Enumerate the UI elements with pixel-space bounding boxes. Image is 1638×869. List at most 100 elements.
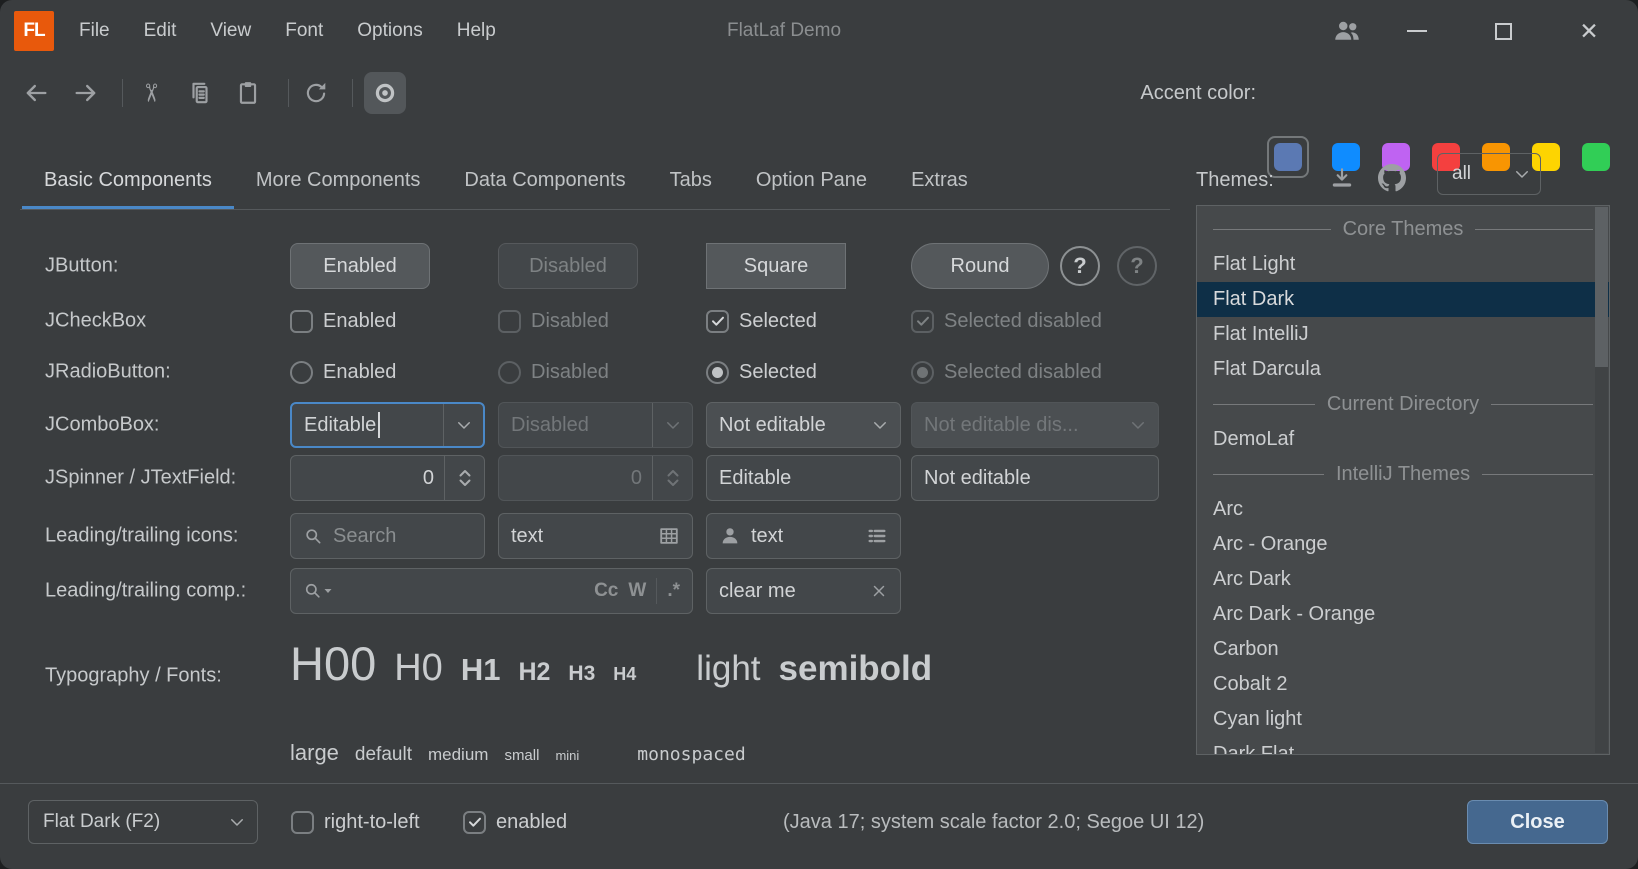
maximize-icon [1495, 23, 1512, 40]
chevron-down-icon[interactable] [860, 403, 900, 447]
theme-item-cobalt-2[interactable]: Cobalt 2 [1197, 667, 1609, 702]
app-logo: FL [14, 11, 54, 51]
menu-help[interactable]: Help [440, 20, 513, 42]
tab-option-pane[interactable]: Option Pane [734, 150, 889, 210]
text-field-table[interactable]: text [498, 513, 693, 559]
tab-more-components[interactable]: More Components [234, 150, 443, 210]
minimize-button[interactable] [1391, 0, 1443, 62]
combobox-not-editable[interactable]: Not editable [706, 402, 901, 448]
chevron-down-icon[interactable] [443, 404, 483, 446]
theme-item-flat-light[interactable]: Flat Light [1197, 247, 1609, 282]
round-button[interactable]: Round [911, 243, 1049, 289]
theme-item-flat-intellij[interactable]: Flat IntelliJ [1197, 317, 1609, 352]
theme-item-flat-darcula[interactable]: Flat Darcula [1197, 352, 1609, 387]
separator-label: Core Themes [1343, 218, 1464, 241]
radio-selected-icon [706, 361, 729, 384]
jcombobox-label: JComboBox: [45, 414, 160, 437]
paste-button[interactable] [230, 75, 266, 111]
theme-item-flat-dark-selected[interactable]: Flat Dark [1197, 282, 1609, 317]
theme-item-arc-orange[interactable]: Arc - Orange [1197, 527, 1609, 562]
combobox-editable[interactable]: Editable [290, 402, 485, 448]
menu-font[interactable]: Font [268, 20, 340, 42]
field-separator [656, 578, 657, 604]
theme-item-arc-dark[interactable]: Arc Dark [1197, 562, 1609, 597]
checkbox-unchecked-icon [498, 310, 521, 333]
h4-sample: H4 [613, 664, 636, 685]
theme-item-carbon[interactable]: Carbon [1197, 632, 1609, 667]
tab-data-components[interactable]: Data Components [442, 150, 647, 210]
theme-item-cyan-light[interactable]: Cyan light [1197, 702, 1609, 737]
rtl-checkbox[interactable]: right-to-left [291, 800, 420, 844]
theme-item-arc[interactable]: Arc [1197, 492, 1609, 527]
clear-me-field[interactable]: clear me [706, 568, 901, 614]
textfield-editable[interactable]: Editable [706, 455, 901, 501]
scrollbar-thumb[interactable] [1595, 207, 1608, 367]
tab-basic-components[interactable]: Basic Components [22, 150, 234, 210]
theme-item-dark-flat[interactable]: Dark Flat [1197, 737, 1609, 755]
github-button[interactable] [1376, 162, 1408, 194]
checkbox-selected[interactable]: Selected [706, 300, 817, 342]
spinner-arrows-icon[interactable] [444, 456, 484, 500]
regex-button[interactable]: .* [667, 580, 680, 602]
maximize-button[interactable] [1477, 0, 1529, 62]
radio-enabled[interactable]: Enabled [290, 351, 396, 393]
checkbox-selected-disabled: Selected disabled [911, 300, 1102, 342]
menu-view[interactable]: View [193, 20, 268, 42]
tab-extras[interactable]: Extras [889, 150, 990, 210]
users-button[interactable] [1321, 0, 1373, 62]
toolbar: ✂ Accent [0, 62, 1638, 124]
square-button[interactable]: Square [706, 243, 846, 289]
search-field-with-options[interactable]: Cc W .* [290, 568, 693, 614]
copy-button[interactable] [182, 75, 218, 111]
close-button[interactable]: Close [1467, 800, 1608, 844]
spinner-value: 0 [291, 467, 444, 490]
search-field[interactable]: Search [290, 513, 485, 559]
jcheckbox-row: JCheckBox Enabled Disabled Selected Sele… [0, 300, 1190, 342]
inspect-toggle-button[interactable] [364, 72, 406, 114]
back-button[interactable] [18, 75, 54, 111]
forward-button[interactable] [68, 75, 104, 111]
github-icon [1378, 164, 1406, 192]
user-icon [719, 525, 741, 547]
laf-chooser-combobox[interactable]: Flat Dark (F2) [28, 800, 258, 844]
tab-tabs[interactable]: Tabs [648, 150, 734, 210]
list-icon[interactable] [866, 525, 888, 547]
spinner-arrows-icon [652, 456, 692, 500]
text-caret [378, 412, 380, 438]
cut-button[interactable]: ✂ [132, 75, 168, 111]
menu-file[interactable]: File [62, 20, 127, 42]
table-icon[interactable] [658, 525, 680, 547]
close-icon: ✕ [1579, 20, 1598, 43]
radio-label: Enabled [323, 361, 396, 384]
spinner-enabled[interactable]: 0 [290, 455, 485, 501]
accent-swatch-green[interactable] [1582, 143, 1610, 171]
checkbox-unchecked-icon [291, 811, 314, 834]
whole-word-button[interactable]: W [628, 580, 646, 602]
theme-item-arc-dark-orange[interactable]: Arc Dark - Orange [1197, 597, 1609, 632]
theme-filter-combobox[interactable]: all [1437, 153, 1541, 195]
clear-icon[interactable] [870, 582, 888, 600]
jspinner-label: JSpinner / JTextField: [45, 467, 236, 490]
combobox-value: Disabled [499, 414, 652, 437]
leading-icons-row: Leading/trailing icons: Search text text [0, 513, 1190, 559]
menu-options[interactable]: Options [340, 20, 439, 42]
search-with-caret-icon[interactable] [303, 581, 333, 601]
refresh-button[interactable] [298, 75, 334, 111]
accent-swatch-default [1274, 143, 1302, 171]
menu-edit[interactable]: Edit [127, 20, 194, 42]
match-case-button[interactable]: Cc [594, 580, 618, 602]
radio-selected[interactable]: Selected [706, 351, 817, 393]
close-window-button[interactable]: ✕ [1563, 0, 1615, 62]
theme-item-demolaf[interactable]: DemoLaf [1197, 422, 1609, 457]
enabled-button[interactable]: Enabled [290, 243, 430, 289]
text-field-user-list[interactable]: text [706, 513, 901, 559]
tab-divider [20, 209, 1170, 210]
download-themes-button[interactable] [1326, 162, 1358, 194]
theme-list-scrollbar[interactable] [1595, 207, 1608, 753]
checkbox-label: Disabled [531, 310, 609, 333]
enabled-checkbox[interactable]: enabled [463, 800, 567, 844]
tab-label: Data Components [464, 169, 625, 192]
titlebar: FL File Edit View Font Options Help Flat… [0, 0, 1638, 62]
help-button[interactable]: ? [1060, 246, 1100, 286]
checkbox-enabled[interactable]: Enabled [290, 300, 396, 342]
